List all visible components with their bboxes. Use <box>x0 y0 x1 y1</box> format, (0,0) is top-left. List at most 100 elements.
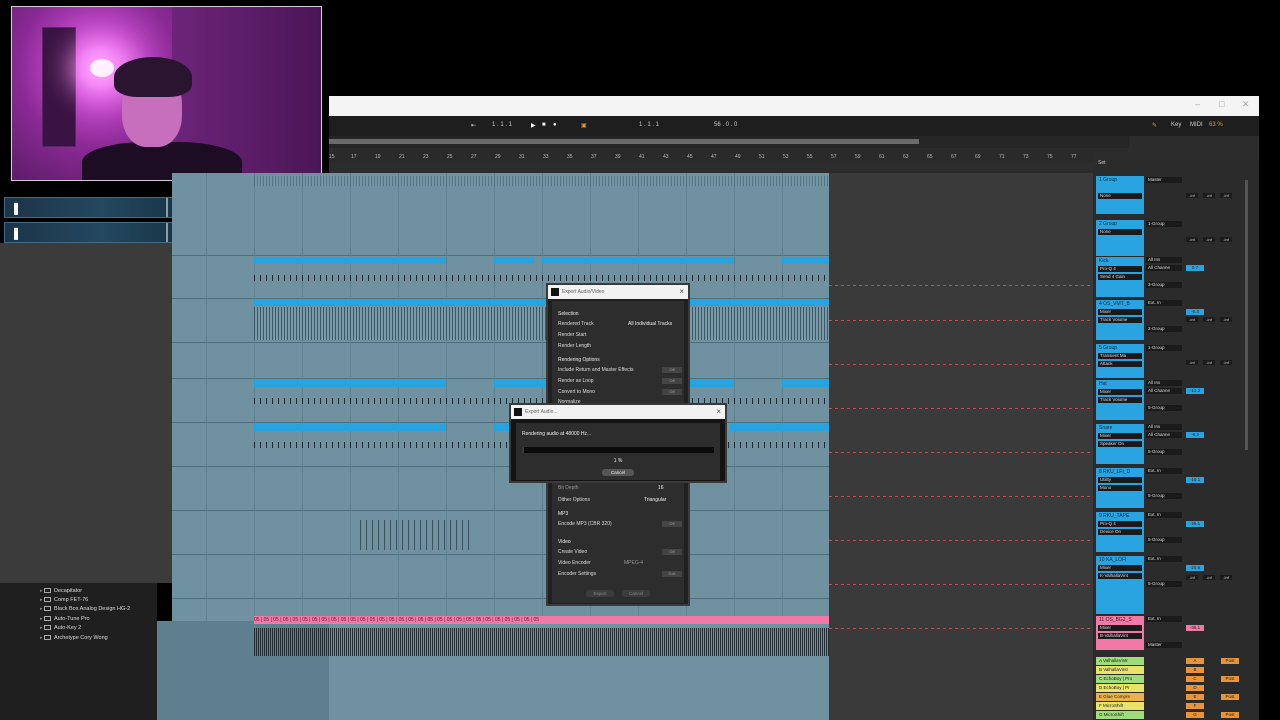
track-volume[interactable]: -25.1 <box>1186 521 1204 527</box>
close-button[interactable]: ✕ <box>1242 99 1250 110</box>
output-routing[interactable]: 1-Group <box>1146 221 1182 227</box>
vocal-clip-header[interactable]: 05 | 05 | 05 | 05 | 05 | 05 | 05 | 05 | … <box>254 616 829 624</box>
loop-start-position[interactable]: 1 . 1 . 1 <box>639 122 659 128</box>
hat-clip[interactable] <box>690 380 734 387</box>
record-button[interactable]: ● <box>553 122 557 128</box>
hat-clip[interactable] <box>254 380 446 387</box>
hat-clip[interactable] <box>494 380 546 387</box>
parameter-chooser[interactable]: Send 4 Gain <box>1098 274 1142 280</box>
track-header-8[interactable]: 8 RKU_LFI_D Utility Mono <box>1096 468 1144 508</box>
return-track-b[interactable]: B ValhallaVintr <box>1096 666 1144 674</box>
track-volume[interactable]: -13.2 <box>1186 388 1204 394</box>
track-header-10[interactable]: 10 KA_LOFI Mixer K-ValhallaVint <box>1096 556 1144 614</box>
track-volume[interactable]: -15.1 <box>1186 477 1204 483</box>
dither-select[interactable]: Triangular <box>644 497 666 503</box>
track-header-kick[interactable]: Kick Pro-Q 4 Send 4 Gain <box>1096 257 1144 297</box>
input-routing[interactable]: Ext. In <box>1146 300 1182 306</box>
return-track-f[interactable]: F MicroShift <box>1096 702 1144 710</box>
device-chooser[interactable]: Utility <box>1098 477 1142 483</box>
close-icon[interactable]: × <box>679 285 684 299</box>
parameter-chooser[interactable]: K-ValhallaVint <box>1098 573 1142 579</box>
track-header-5[interactable]: 5 Group Transient Ma Attack <box>1096 344 1144 378</box>
output-routing[interactable]: Master <box>1146 642 1182 648</box>
return-track-e[interactable]: E Glue Compre <box>1096 693 1144 701</box>
input-routing[interactable]: Ext. In <box>1146 468 1182 474</box>
encoder-settings-edit-button[interactable]: Edit <box>662 571 682 577</box>
convert-mono-toggle[interactable]: Off <box>662 389 682 395</box>
loop-length[interactable]: 56 . 0 . 0 <box>714 122 737 128</box>
pencil-icon[interactable]: ✎ <box>1152 122 1157 129</box>
stop-button[interactable]: ■ <box>542 122 546 128</box>
input-channel[interactable]: All Channe <box>1146 432 1182 438</box>
device-chooser[interactable]: Mixer <box>1098 625 1142 631</box>
input-routing[interactable]: Ext. In <box>1146 556 1182 562</box>
post-button[interactable]: Post <box>1221 676 1239 682</box>
include-return-toggle[interactable]: Off <box>662 367 682 373</box>
post-button[interactable]: Post <box>1221 658 1239 664</box>
video-encoder-select[interactable]: MPEG-4 <box>624 560 643 566</box>
perc-clip[interactable] <box>254 300 829 306</box>
track-header-4[interactable]: 4 OS_VMT_B Mixer Track Volume <box>1096 300 1144 340</box>
return-track-c[interactable]: C EchoBoy | Pro <box>1096 675 1144 683</box>
track-volume[interactable]: -20.6 <box>1186 565 1204 571</box>
input-channel[interactable]: All Channe <box>1146 388 1182 394</box>
track-header-9[interactable]: 9 RKU_TAPE Pro-Q 4 Device On <box>1096 512 1144 552</box>
clip-region[interactable] <box>254 176 829 186</box>
device-chooser[interactable]: Mixer <box>1098 389 1142 395</box>
arrangement-position[interactable]: 1 . 1 . 1 <box>492 122 512 128</box>
parameter-chooser[interactable]: Track Volume <box>1098 397 1142 403</box>
snare-clip[interactable] <box>730 424 829 431</box>
output-routing[interactable]: 5-Group <box>1146 493 1182 499</box>
kick-clip[interactable] <box>254 257 446 264</box>
kick-clip[interactable] <box>494 257 534 264</box>
return-track-a[interactable]: A ValhallaVintr <box>1096 657 1144 665</box>
snare-clip[interactable] <box>254 424 446 431</box>
device-chooser[interactable]: Transient Ma <box>1098 353 1142 359</box>
midi-map-button[interactable]: MIDI <box>1190 122 1203 128</box>
input-routing[interactable]: Ext. In <box>1146 512 1182 518</box>
track-volume[interactable]: -6.3 <box>1186 432 1204 438</box>
rendered-track-select[interactable]: All Individual Tracks <box>628 321 672 327</box>
metronome-icon[interactable]: ⇤ <box>471 122 476 129</box>
parameter-chooser[interactable]: Speaker On <box>1098 441 1142 447</box>
device-chooser[interactable]: None <box>1098 229 1142 235</box>
parameter-chooser[interactable]: Device On <box>1098 529 1142 535</box>
device-chooser[interactable]: Mixer <box>1098 433 1142 439</box>
encode-mp3-toggle[interactable]: Off <box>662 521 682 527</box>
input-routing[interactable]: Ext. In <box>1146 616 1182 622</box>
maximize-button[interactable]: □ <box>1219 99 1224 109</box>
cancel-button[interactable]: Cancel <box>602 469 634 476</box>
render-loop-toggle[interactable]: Off <box>662 378 682 384</box>
overview-visible-region[interactable] <box>329 139 919 144</box>
output-routing[interactable]: 5-Group <box>1146 449 1182 455</box>
track-header-hat[interactable]: Hat Mixer Track Volume <box>1096 380 1144 420</box>
device-chooser[interactable]: Mixer <box>1098 309 1142 315</box>
hat-clip[interactable] <box>782 380 829 387</box>
return-track-d[interactable]: D EchoBoy | Pr <box>1096 684 1144 692</box>
play-button[interactable]: ▶ <box>531 122 536 129</box>
parameter-chooser[interactable]: Mono <box>1098 485 1142 491</box>
browser-item[interactable]: ▸ Archetype Cory Wong <box>40 633 108 643</box>
output-routing[interactable]: 1-Group <box>1146 345 1182 351</box>
track-header-2[interactable]: 2 Group None <box>1096 220 1144 256</box>
arrangement-area-outside-loop[interactable] <box>829 173 1093 720</box>
output-routing[interactable]: 5-Group <box>1146 581 1182 587</box>
output-routing[interactable]: 5-Group <box>1146 537 1182 543</box>
bit-depth-select[interactable]: 16 <box>658 485 664 491</box>
device-chooser[interactable]: Pro-Q 4 <box>1098 266 1142 272</box>
key-map-button[interactable]: Key <box>1171 122 1181 128</box>
track-volume[interactable]: -35.1 <box>1186 625 1204 631</box>
cancel-button[interactable]: Cancel <box>622 590 650 597</box>
track-volume[interactable]: -5.3 <box>1186 309 1204 315</box>
device-chooser[interactable]: Mixer <box>1098 565 1142 571</box>
track-volume[interactable]: 0.7 <box>1186 265 1204 271</box>
track-header-snare[interactable]: Snare Mixer Speaker On <box>1096 424 1144 464</box>
device-chooser[interactable]: Pro-Q 4 <box>1098 521 1142 527</box>
export-button[interactable]: Export <box>586 590 614 597</box>
output-routing[interactable]: 5-Group <box>1146 405 1182 411</box>
input-channel[interactable]: All Channe <box>1146 265 1182 271</box>
track-header-11[interactable]: 11 OS_BG2_S Mixer B-ValhallaVint <box>1096 616 1144 650</box>
post-button[interactable]: Post <box>1221 694 1239 700</box>
close-icon[interactable]: × <box>716 405 721 419</box>
kick-clip[interactable] <box>782 257 829 264</box>
